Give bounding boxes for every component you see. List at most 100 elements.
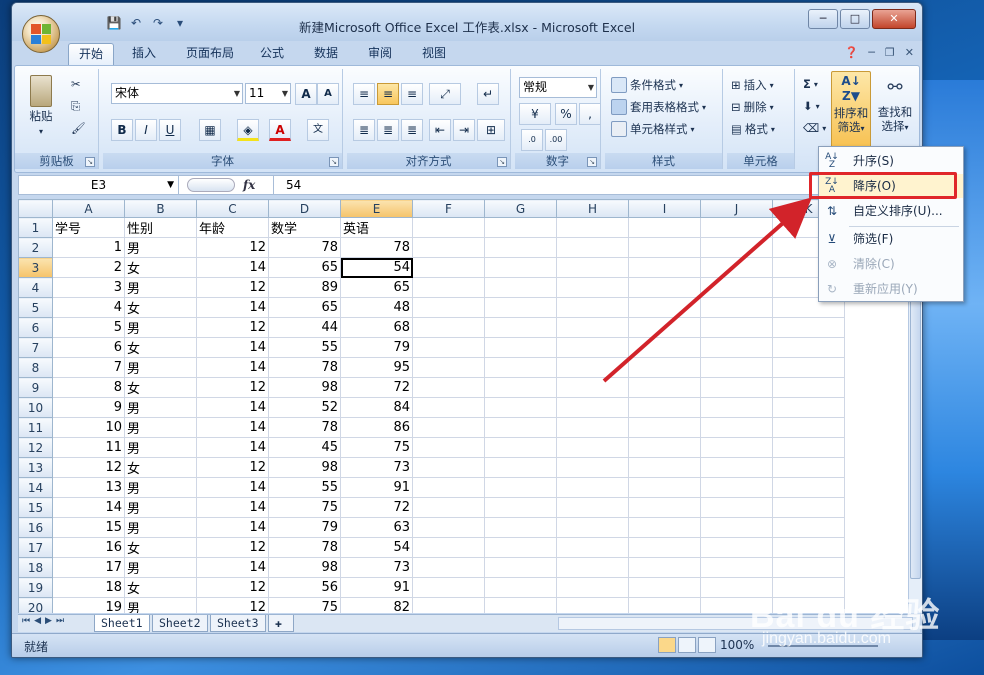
cell-styles-button[interactable]: 单元格样式 ▾ xyxy=(611,121,695,137)
clear-filter-item[interactable]: ⊗ 清除(C) xyxy=(819,252,963,276)
cell[interactable]: 10 xyxy=(52,417,125,438)
cell[interactable]: 性别 xyxy=(124,217,197,238)
select-all-corner[interactable] xyxy=(18,199,53,218)
bold-button[interactable]: B xyxy=(111,119,133,141)
page-break-view-icon[interactable] xyxy=(698,637,716,653)
cell[interactable]: 89 xyxy=(268,277,341,298)
cell[interactable]: 78 xyxy=(268,237,341,258)
cell[interactable] xyxy=(628,557,701,578)
shrink-font-button[interactable]: A xyxy=(317,83,339,105)
phonetic-button[interactable]: 文 xyxy=(307,119,329,141)
cell[interactable] xyxy=(700,357,773,378)
cell[interactable] xyxy=(556,337,629,358)
cell[interactable]: 14 xyxy=(196,437,269,458)
row-header[interactable]: 2 xyxy=(18,237,53,258)
cell[interactable]: 19 xyxy=(52,597,125,613)
cell[interactable] xyxy=(556,297,629,318)
number-format-combo[interactable]: 常规 ▼ xyxy=(519,77,597,98)
cell[interactable]: 14 xyxy=(196,517,269,538)
cell[interactable]: 65 xyxy=(268,297,341,318)
row-header[interactable]: 19 xyxy=(18,577,53,598)
sort-ascending-item[interactable]: A↓ Z 升序(S) xyxy=(819,149,963,173)
cell[interactable]: 72 xyxy=(340,377,413,398)
cell[interactable] xyxy=(700,237,773,258)
sheet-tab-2[interactable]: Sheet2 xyxy=(152,615,208,632)
row-header[interactable]: 18 xyxy=(18,557,53,578)
cell[interactable]: 14 xyxy=(196,497,269,518)
increase-decimal-button[interactable]: .0 xyxy=(521,129,543,151)
format-as-table-button[interactable]: 套用表格格式 ▾ xyxy=(611,99,706,115)
normal-view-icon[interactable] xyxy=(658,637,676,653)
cell[interactable] xyxy=(412,477,485,498)
insert-function-button[interactable]: fx xyxy=(243,176,255,194)
column-header[interactable]: D xyxy=(268,199,341,218)
cell[interactable] xyxy=(412,397,485,418)
cell[interactable] xyxy=(628,357,701,378)
cell[interactable] xyxy=(556,417,629,438)
dialog-launcher-icon[interactable]: ↘ xyxy=(85,157,95,167)
cell[interactable]: 女 xyxy=(124,457,197,478)
cell[interactable] xyxy=(484,457,557,478)
cell[interactable]: 3 xyxy=(52,277,125,298)
cell[interactable] xyxy=(700,217,773,238)
cell[interactable]: 78 xyxy=(340,237,413,258)
row-header[interactable]: 6 xyxy=(18,317,53,338)
cell[interactable] xyxy=(556,597,629,613)
filter-item[interactable]: ⊻ 筛选(F) xyxy=(819,227,963,251)
cell[interactable]: 78 xyxy=(268,537,341,558)
font-name-combo[interactable]: 宋体 ▼ xyxy=(111,83,243,104)
merge-center-button[interactable]: ⊞ xyxy=(477,119,505,141)
cell[interactable]: 14 xyxy=(196,557,269,578)
cell[interactable]: 男 xyxy=(124,237,197,258)
cell[interactable] xyxy=(700,317,773,338)
cell[interactable]: 14 xyxy=(196,417,269,438)
cell[interactable] xyxy=(772,317,845,338)
cell[interactable] xyxy=(628,577,701,598)
cell[interactable]: 14 xyxy=(196,337,269,358)
cell[interactable]: 16 xyxy=(52,537,125,558)
cell[interactable] xyxy=(484,317,557,338)
cell[interactable] xyxy=(772,437,845,458)
insert-cells-button[interactable]: ⊞ 插入 ▾ xyxy=(731,77,774,93)
tab-view[interactable]: 视图 xyxy=(414,43,454,65)
row-header[interactable]: 20 xyxy=(18,597,53,613)
cell[interactable]: 54 xyxy=(340,257,413,278)
page-layout-view-icon[interactable] xyxy=(678,637,696,653)
cell[interactable] xyxy=(628,537,701,558)
cell[interactable] xyxy=(412,417,485,438)
cell[interactable]: 91 xyxy=(340,577,413,598)
cell[interactable] xyxy=(556,377,629,398)
cell[interactable] xyxy=(772,537,845,558)
cell[interactable]: 女 xyxy=(124,537,197,558)
worksheet-grid[interactable]: A B C D E F G H I J K 1 学号 性别 年龄 数学 英语 2 1 男 12 78… xyxy=(18,199,908,613)
cell[interactable]: 男 xyxy=(124,417,197,438)
cell[interactable] xyxy=(484,257,557,278)
cell[interactable] xyxy=(484,537,557,558)
cell[interactable]: 女 xyxy=(124,337,197,358)
cell[interactable]: 12 xyxy=(196,597,269,613)
row-header[interactable]: 4 xyxy=(18,277,53,298)
column-header[interactable]: B xyxy=(124,199,197,218)
find-select-button[interactable]: ⚯ 查找和 选择▾ xyxy=(875,73,915,135)
cell[interactable] xyxy=(628,477,701,498)
column-header[interactable]: I xyxy=(628,199,701,218)
copy-button[interactable]: ⎘ xyxy=(71,99,80,114)
column-header[interactable]: C xyxy=(196,199,269,218)
cell[interactable]: 9 xyxy=(52,397,125,418)
cell[interactable]: 5 xyxy=(52,317,125,338)
cell[interactable]: 女 xyxy=(124,257,197,278)
cell[interactable]: 男 xyxy=(124,597,197,613)
tab-data[interactable]: 数据 xyxy=(306,43,346,65)
cell[interactable]: 45 xyxy=(268,437,341,458)
tab-review[interactable]: 审阅 xyxy=(360,43,400,65)
cell[interactable]: 数学 xyxy=(268,217,341,238)
cell[interactable] xyxy=(700,557,773,578)
cell[interactable]: 学号 xyxy=(52,217,125,238)
cell[interactable] xyxy=(412,317,485,338)
cell[interactable] xyxy=(556,537,629,558)
cell[interactable] xyxy=(484,517,557,538)
cell[interactable] xyxy=(772,457,845,478)
cell[interactable] xyxy=(772,497,845,518)
cell[interactable] xyxy=(628,497,701,518)
column-header[interactable]: E xyxy=(340,199,413,218)
